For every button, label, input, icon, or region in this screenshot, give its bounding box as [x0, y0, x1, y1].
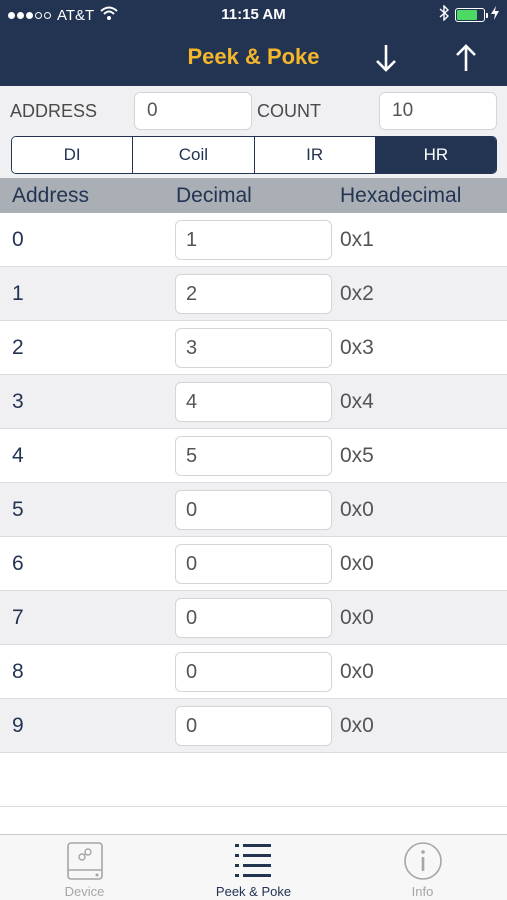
row-decimal-input[interactable]: [175, 652, 332, 692]
row-hex: 0x0: [340, 552, 374, 575]
tab-peek-poke-label: Peek & Poke: [215, 884, 292, 899]
tab-info[interactable]: Info: [338, 835, 507, 900]
row-decimal-input[interactable]: [175, 220, 332, 260]
row-address: 5: [12, 498, 24, 521]
header: AT&T 11:15 AM Peek & Poke: [0, 0, 507, 86]
app-screen: AT&T 11:15 AM Peek & Poke ADDRESS 0 COUN…: [0, 0, 507, 900]
table-header: Address Decimal Hexadecimal: [0, 178, 507, 213]
row-decimal-input[interactable]: [175, 490, 332, 530]
row-address: 9: [12, 714, 24, 737]
tab-device[interactable]: Device: [0, 835, 169, 900]
battery-icon: [455, 8, 488, 22]
row-hex: 0x2: [340, 282, 374, 305]
params-row: ADDRESS COUNT: [0, 86, 507, 136]
header-address: Address: [12, 184, 90, 207]
segment-ir[interactable]: IR: [254, 137, 376, 173]
arrow-up-icon: [456, 44, 476, 71]
segment-hr[interactable]: HR: [375, 137, 496, 173]
table-row: 5 0x0: [0, 483, 507, 537]
segment-bar: DI Coil IR HR: [0, 136, 507, 178]
row-address: 4: [12, 444, 24, 467]
row-address: 6: [12, 552, 24, 575]
write-up-button[interactable]: [448, 40, 484, 76]
row-decimal-input[interactable]: [175, 328, 332, 368]
table-row: 6 0x0: [0, 537, 507, 591]
header-decimal: Decimal: [176, 184, 252, 207]
list-icon: [235, 844, 271, 877]
table-row: 2 0x3: [0, 321, 507, 375]
table-end-divider: [0, 806, 507, 807]
bluetooth-icon: [439, 4, 450, 25]
row-decimal-input[interactable]: [175, 706, 332, 746]
table-row: 0 0x1: [0, 213, 507, 267]
page-title: Peek & Poke: [187, 44, 320, 69]
tab-device-label: Device: [64, 884, 105, 899]
segment-coil[interactable]: Coil: [133, 137, 255, 173]
row-address: 2: [12, 336, 24, 359]
row-hex: 0x3: [340, 336, 374, 359]
count-label: COUNT: [257, 101, 321, 121]
tab-bar: Device Peek & Poke Info: [0, 834, 507, 900]
row-decimal-input[interactable]: [175, 382, 332, 422]
tab-peek-poke[interactable]: Peek & Poke: [169, 835, 338, 900]
info-icon: [404, 842, 442, 880]
row-hex: 0x0: [340, 714, 374, 737]
table-row: 3 0x4: [0, 375, 507, 429]
table-row: 7 0x0: [0, 591, 507, 645]
header-hexadecimal: Hexadecimal: [340, 184, 462, 207]
row-address: 8: [12, 660, 24, 683]
row-hex: 0x0: [340, 660, 374, 683]
row-hex: 0x0: [340, 606, 374, 629]
count-input[interactable]: [379, 92, 497, 130]
table-row: 8 0x0: [0, 645, 507, 699]
charging-icon: [491, 6, 499, 24]
table-row: 4 0x5: [0, 429, 507, 483]
segment-di[interactable]: DI: [12, 137, 134, 173]
address-input[interactable]: [134, 92, 252, 130]
row-address: 0: [12, 228, 24, 251]
row-decimal-input[interactable]: [175, 274, 332, 314]
row-hex: 0x4: [340, 390, 374, 413]
read-down-button[interactable]: [368, 40, 404, 76]
row-address: 1: [12, 282, 24, 305]
register-type-segmented-control: DI Coil IR HR: [11, 136, 497, 174]
row-hex: 0x1: [340, 228, 374, 251]
row-hex: 0x5: [340, 444, 374, 467]
row-decimal-input[interactable]: [175, 544, 332, 584]
tab-info-label: Info: [411, 884, 434, 899]
row-address: 3: [12, 390, 24, 413]
table-row: 9 0x0: [0, 699, 507, 753]
register-table: 0 0x1 1 0x2 2 0x3 3 0x4 4 0x5 5 0x0: [0, 213, 507, 753]
row-decimal-input[interactable]: [175, 436, 332, 476]
device-icon: [67, 842, 103, 880]
row-address: 7: [12, 606, 24, 629]
status-right: [439, 4, 499, 25]
status-time: 11:15 AM: [221, 6, 286, 23]
row-hex: 0x0: [340, 498, 374, 521]
arrow-down-icon: [376, 45, 396, 72]
table-row: 1 0x2: [0, 267, 507, 321]
row-decimal-input[interactable]: [175, 598, 332, 638]
address-label: ADDRESS: [10, 101, 98, 121]
status-bar: AT&T 11:15 AM: [0, 0, 507, 30]
